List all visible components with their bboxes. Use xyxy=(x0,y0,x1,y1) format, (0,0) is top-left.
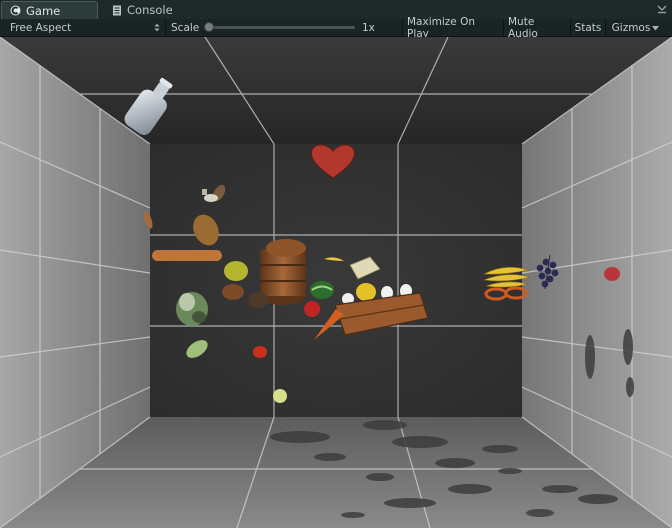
tab-bar: Game Console xyxy=(0,0,672,20)
scale-slider-track[interactable] xyxy=(205,26,355,29)
kiwi xyxy=(248,292,268,308)
lemon xyxy=(224,261,248,281)
gizmos-label: Gizmos xyxy=(611,21,651,34)
game-toolbar: Free Aspect Scale 1x Maximize On Play Mu… xyxy=(0,16,672,40)
baguette-bread xyxy=(152,250,222,261)
aspect-dropdown[interactable]: Free Aspect xyxy=(0,19,166,36)
mute-audio-toggle[interactable]: Mute Audio xyxy=(503,16,570,40)
tab-game[interactable]: Game xyxy=(1,1,98,19)
gizmos-dropdown[interactable]: Gizmos xyxy=(605,19,665,36)
strawberry xyxy=(304,301,320,317)
chevron-down-icon xyxy=(652,22,660,34)
scale-value: 1x xyxy=(362,21,375,34)
pear xyxy=(273,389,287,403)
maximize-on-play-toggle[interactable]: Maximize On Play xyxy=(402,16,503,40)
scale-label: Scale xyxy=(171,21,200,34)
stats-toggle[interactable]: Stats xyxy=(570,19,605,36)
back-wall xyxy=(150,144,522,417)
dropdown-arrows-icon xyxy=(154,23,160,35)
apple xyxy=(604,267,620,281)
aspect-label: Free Aspect xyxy=(10,21,72,34)
watermelon xyxy=(310,281,334,299)
scale-slider-thumb[interactable] xyxy=(204,22,214,32)
game-controller-icon xyxy=(10,5,21,16)
panel-menu-icon[interactable] xyxy=(656,3,668,15)
wooden-barrel xyxy=(260,239,306,305)
cabbage xyxy=(176,292,208,326)
console-log-icon xyxy=(112,5,122,16)
tab-game-label: Game xyxy=(26,3,61,18)
avocado xyxy=(222,284,244,300)
tab-console-label: Console xyxy=(127,3,173,17)
lemon-yellow xyxy=(356,283,376,301)
game-viewport[interactable] xyxy=(0,37,672,528)
tomato xyxy=(253,346,267,358)
tab-console[interactable]: Console xyxy=(104,1,184,19)
